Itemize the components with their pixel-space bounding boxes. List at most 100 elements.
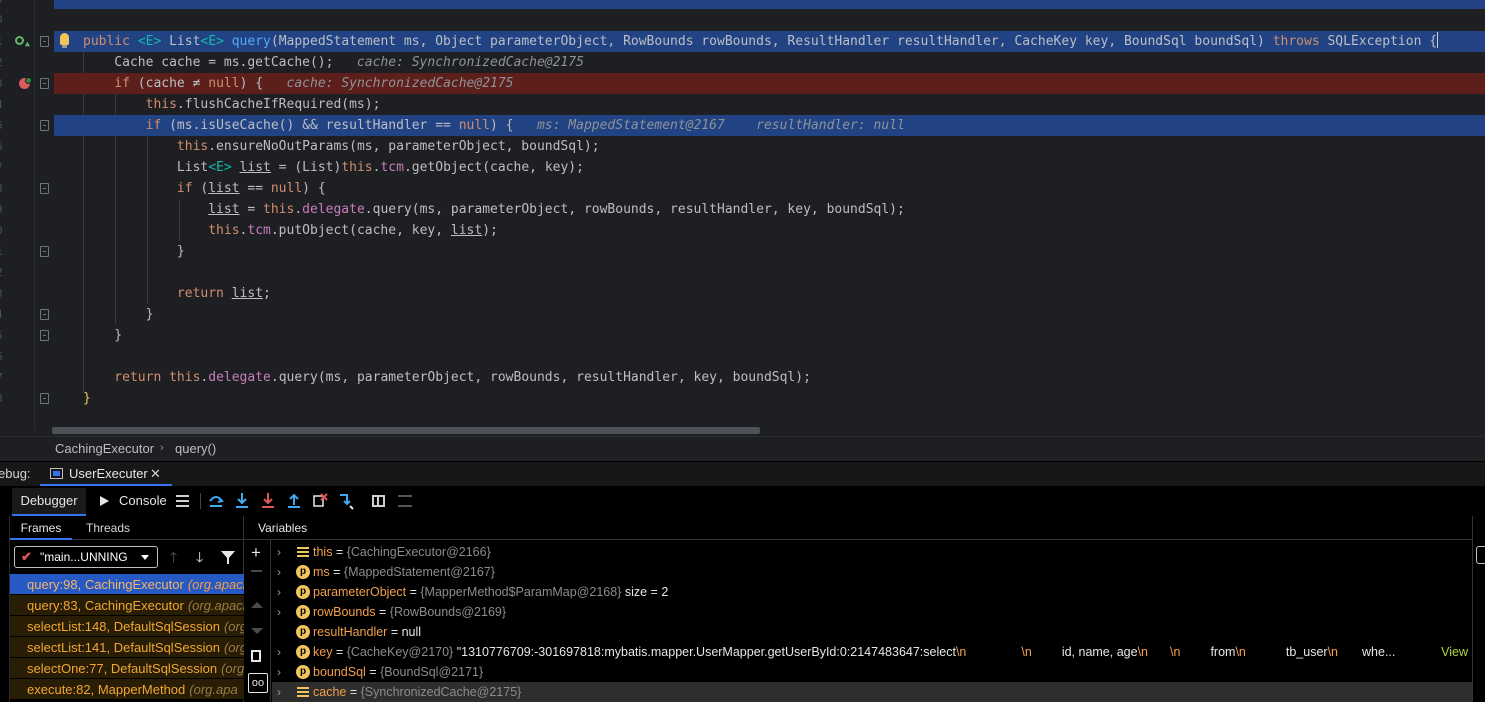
code-line[interactable]: 8 if (list == null) { (0, 178, 1485, 199)
lightbulb-icon[interactable] (60, 33, 69, 48)
variables-side-toolbar: + oo (244, 540, 271, 702)
code-text: List<E> list = (List)this.tcm.getObject(… (83, 160, 584, 175)
copy-icon[interactable] (251, 650, 261, 662)
breadcrumb-method[interactable]: query() (175, 437, 216, 460)
code-line[interactable]: 9 list = this.delegate.query(ms, paramet… (0, 199, 1485, 220)
drop-frame-icon[interactable] (312, 492, 328, 510)
variable-row[interactable]: › p parameterObject = {MapperMethod$Para… (272, 582, 1472, 602)
chevron-right-icon[interactable]: › (277, 662, 281, 682)
code-editor[interactable]: 9 0 1 ▲ public <E> List<E> query(MappedS… (0, 0, 1485, 436)
variable-row[interactable]: p resultHandler = null (272, 622, 1472, 642)
debugger-toolbar: Debugger Console (0, 486, 1485, 516)
code-line-breakpoint[interactable]: 3 if (cache ≠ null) { cache: Synchronize… (0, 73, 1485, 94)
chevron-right-icon[interactable]: › (277, 562, 281, 582)
debug-session-tab[interactable]: UserExecuter ✕ (40, 462, 172, 487)
variable-row[interactable]: › p key = {CacheKey@2170} "1310776709:-3… (272, 642, 1472, 662)
variable-row[interactable]: › cache = {SynchronizedCache@2175} (272, 682, 1472, 702)
code-text: if (ms.isUseCache() && resultHandler == … (83, 118, 905, 133)
step-over-icon[interactable] (208, 492, 224, 510)
arrow-up-icon[interactable]: 🡑 (170, 547, 177, 571)
breadcrumb: CachingExecutor › query() (0, 436, 1485, 460)
code-line[interactable]: 7 List<E> list = (List)this.tcm.getObjec… (0, 157, 1485, 178)
trace-icon[interactable] (398, 495, 412, 507)
stack-frame[interactable]: selectList:141, DefaultSqlSession(org. (10, 637, 244, 658)
add-watch-icon[interactable]: + (251, 544, 261, 561)
filter-icon[interactable] (221, 551, 235, 564)
code-line[interactable]: 8 } (0, 388, 1485, 409)
chevron-right-icon[interactable]: › (277, 542, 281, 562)
variable-row[interactable]: › this = {CachingExecutor@2166} (272, 542, 1472, 562)
tab-threads[interactable]: Threads (86, 516, 130, 540)
close-icon[interactable]: ✕ (150, 462, 161, 486)
variable-row[interactable]: › p rowBounds = {RowBounds@2169} (272, 602, 1472, 622)
menu-lines-icon[interactable] (176, 495, 189, 507)
fold-icon[interactable] (40, 393, 49, 404)
chevron-right-icon[interactable]: › (277, 642, 281, 662)
force-step-into-icon[interactable] (260, 492, 276, 510)
code-line[interactable]: 5 } (0, 325, 1485, 346)
horizontal-scrollbar[interactable] (52, 427, 760, 434)
code-text: } (83, 307, 154, 322)
parameter-icon: p (296, 605, 310, 619)
debug-tool-window-header: ebug: UserExecuter ✕ (0, 461, 1485, 487)
code-line[interactable]: 6 (0, 346, 1485, 367)
tab-debugger[interactable]: Debugger (12, 488, 86, 516)
side-button[interactable] (1476, 546, 1485, 564)
evaluate-expression-icon[interactable] (372, 495, 385, 507)
move-up-icon[interactable] (251, 602, 263, 608)
fold-icon[interactable] (40, 330, 49, 341)
stack-frame[interactable]: selectList:148, DefaultSqlSession(org. (10, 616, 244, 637)
breadcrumb-class[interactable]: CachingExecutor (55, 437, 154, 460)
frames-panel: Frames Threads ✔ "main...UNNING 🡑 🡓 quer… (0, 516, 244, 702)
code-line-signature[interactable]: 1 ▲ public <E> List<E> query(MappedState… (0, 31, 1485, 52)
fold-icon[interactable] (40, 120, 49, 131)
tab-console[interactable]: Console (100, 486, 167, 516)
thread-select[interactable]: ✔ "main...UNNING (14, 546, 158, 568)
text-caret (1437, 32, 1439, 48)
fold-icon[interactable] (40, 309, 49, 320)
stack-frame[interactable]: execute:82, MapperMethod (org.apa (10, 679, 244, 700)
stack-frame[interactable]: query:98, CachingExecutor (org.apach (10, 574, 244, 595)
arrow-down-icon[interactable]: 🡓 (196, 547, 203, 571)
code-line[interactable]: 7 return this.delegate.query(ms, paramet… (0, 367, 1485, 388)
code-line[interactable]: 0 (0, 9, 1485, 30)
inline-value-hint: cache: SynchronizedCache@2175 (263, 76, 514, 91)
line-number: 6 (0, 346, 10, 367)
fold-icon[interactable] (40, 183, 49, 194)
override-icon[interactable] (15, 36, 24, 45)
code-line-execution-point[interactable]: 5 if (ms.isUseCache() && resultHandler =… (0, 115, 1485, 136)
code-text: } (83, 391, 91, 406)
view-link[interactable]: View (1441, 642, 1468, 662)
variable-row[interactable]: › p ms = {MappedStatement@2167} (272, 562, 1472, 582)
stack-frame[interactable]: selectOne:77, DefaultSqlSession(org. (10, 658, 244, 679)
remove-watch-icon[interactable] (251, 570, 262, 572)
fold-icon[interactable] (40, 246, 49, 257)
chevron-right-icon[interactable]: › (277, 602, 281, 622)
code-line[interactable]: 4 } (0, 304, 1485, 325)
run-to-cursor-icon[interactable] (338, 492, 354, 510)
field-list-icon (296, 545, 310, 559)
code-line[interactable]: 4 this.flushCacheIfRequired(ms); (0, 94, 1485, 115)
watches-toggle-icon[interactable]: oo (248, 673, 268, 693)
chevron-right-icon[interactable]: › (277, 682, 281, 702)
step-out-icon[interactable] (286, 492, 302, 510)
line-number: 0 (0, 9, 10, 30)
code-line[interactable]: 3 return list; (0, 283, 1485, 304)
tab-frames[interactable]: Frames (10, 516, 72, 540)
stack-frame[interactable]: query:83, CachingExecutor (org.apach (10, 595, 244, 616)
variable-row[interactable]: › p boundSql = {BoundSql@2171} (272, 662, 1472, 682)
move-down-icon[interactable] (251, 628, 263, 634)
code-line[interactable]: 1 } (0, 241, 1485, 262)
breakpoint-icon[interactable] (19, 77, 32, 89)
code-line[interactable]: 0 this.tcm.putObject(cache, key, list); (0, 220, 1485, 241)
parameter-icon: p (296, 665, 310, 679)
code-line[interactable]: 2 Cache cache = ms.getCache(); cache: Sy… (0, 52, 1485, 73)
fold-icon[interactable] (40, 36, 49, 47)
code-line[interactable]: 6 this.ensureNoOutParams(ms, parameterOb… (0, 136, 1485, 157)
code-line[interactable]: 2 (0, 262, 1485, 283)
step-into-icon[interactable] (234, 492, 250, 510)
chevron-right-icon[interactable]: › (277, 582, 281, 602)
fold-icon[interactable] (40, 78, 49, 89)
line-number: 3 (0, 73, 10, 94)
parameter-icon: p (296, 625, 310, 639)
